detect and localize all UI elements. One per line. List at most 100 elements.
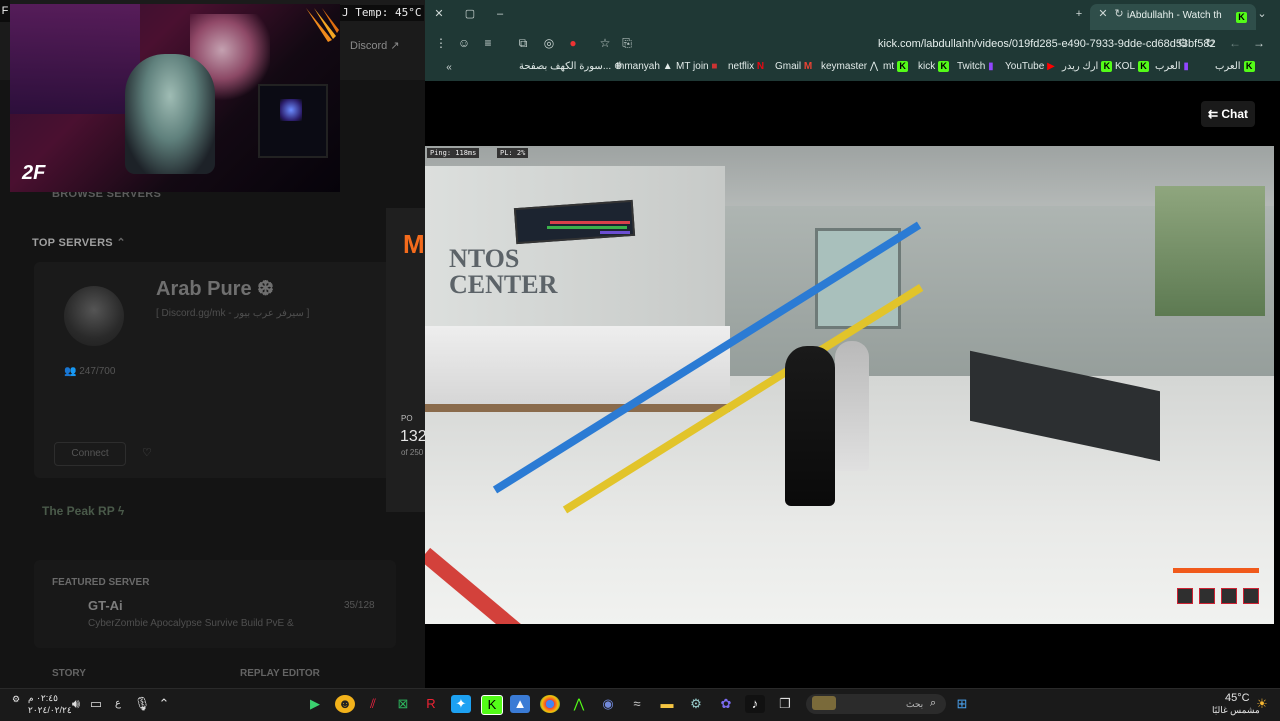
weather-sun-icon[interactable]: ☀ <box>1252 695 1272 713</box>
excel-icon[interactable]: ⊠ <box>393 695 413 713</box>
top-servers-label: TOP SERVERS <box>32 237 113 249</box>
menu-dots-icon[interactable]: ⋮ <box>433 35 449 51</box>
bookmark-arab-1[interactable]: العرب ▮ <box>1155 61 1189 72</box>
popup-of-total: of 250 <box>401 448 424 457</box>
connect-button[interactable]: Connect <box>54 442 126 466</box>
twitter-icon[interactable]: ✦ <box>451 695 471 713</box>
video-window <box>1155 186 1265 316</box>
discord-link[interactable]: Discord ↗ <box>350 39 400 52</box>
bookmark-label: kick <box>918 61 936 73</box>
forward-icon[interactable]: ← <box>1227 35 1243 51</box>
bookmark-label: netflix <box>728 61 755 72</box>
bookmark-youtube[interactable]: YouTube ▶ <box>1005 61 1055 72</box>
server-subtitle: [ Discord.gg/mk - سيرفر عرب بيور ] <box>156 308 310 319</box>
bookmark-star-icon[interactable]: ☆ <box>597 35 613 51</box>
network-icon[interactable]: ▭ <box>86 695 106 713</box>
bookmark-netflix[interactable]: netflix N <box>728 61 764 72</box>
chat-button-label: Chat <box>1221 107 1249 121</box>
chat-toggle-button[interactable]: ⇇ Chat <box>1201 101 1255 127</box>
maximize-window-icon[interactable]: ▢ <box>462 6 478 22</box>
volume-icon[interactable]: 🔊︎ <box>66 695 86 713</box>
discord-icon[interactable]: ◉ <box>598 695 618 713</box>
new-tab-icon[interactable]: + <box>1071 6 1087 22</box>
bookmark-ark-raider[interactable]: ارك ريدر K <box>1062 61 1113 72</box>
url-field[interactable]: kick.com/labdullahh/videos/019fd285-e490… <box>878 38 1216 50</box>
windows-start-icon[interactable]: ⊞ <box>952 695 972 713</box>
bookmark-kol[interactable]: KOL K <box>1115 61 1150 73</box>
reading-list-icon[interactable]: ≡ <box>480 35 496 51</box>
webcam-chair <box>125 54 215 174</box>
kick-icon: K <box>1243 61 1255 72</box>
tab-title: iAbdullahh - Watch the VOD <box>1127 10 1222 21</box>
settings-gear-icon[interactable]: ⚙ <box>12 694 20 705</box>
player-count-value: 247/700 <box>79 366 116 377</box>
story-button[interactable]: STORY <box>52 668 86 679</box>
steam-icon[interactable]: ⚙ <box>686 695 706 713</box>
rockstar-icon[interactable]: R <box>421 695 441 713</box>
app-stripes-icon[interactable]: ⫽ <box>363 695 383 713</box>
bookmark-gmail[interactable]: Gmail M <box>775 61 812 72</box>
external-link-icon: ↗ <box>390 40 400 52</box>
streamer-logo: 2F <box>22 162 46 184</box>
peak-server-title[interactable]: The Peak RP ϟ <box>42 504 124 518</box>
taskbar-time[interactable]: ٠٢:٤٥ م <box>28 693 58 704</box>
more-bookmarks-icon[interactable]: « <box>441 60 457 76</box>
tray-chevron-icon[interactable]: ⌃ <box>154 695 174 713</box>
reload-icon[interactable]: ↻ <box>1202 35 1218 51</box>
favorite-heart-icon[interactable]: ♡ <box>142 446 152 459</box>
bookmark-surah[interactable]: سورة الكهف بصفحة... ⊕ <box>519 61 622 72</box>
kick-favicon-icon: K <box>1233 9 1247 27</box>
record-icon[interactable]: ● <box>565 35 581 51</box>
bookmark-label: KOL <box>1115 61 1136 73</box>
close-window-icon[interactable]: ✕ <box>431 6 447 22</box>
back-icon[interactable]: → <box>1251 35 1267 51</box>
weather-temp[interactable]: 45°C <box>1225 692 1250 704</box>
app-wave-icon[interactable]: ≈ <box>627 695 647 713</box>
extensions-icon[interactable]: ⧉ <box>515 35 531 51</box>
media-player-icon[interactable]: ▶ <box>305 695 325 713</box>
bookmark-kick[interactable]: kick K <box>918 61 950 73</box>
bookmark-label: YouTube <box>1005 61 1045 72</box>
search-placeholder: بحث <box>906 699 924 709</box>
photos-icon[interactable]: ▲ <box>510 695 530 713</box>
language-indicator[interactable]: ع <box>108 695 128 713</box>
file-explorer-icon[interactable]: ▬ <box>657 695 677 713</box>
video-hud-slot <box>1177 588 1193 604</box>
app-arrow-icon[interactable]: ⋀ <box>569 695 589 713</box>
webcam-wall <box>10 4 140 114</box>
video-player[interactable]: NTOS CENTER Ping: 118ms PL: 2% <box>425 146 1274 624</box>
chevron-up-icon[interactable]: ⌃ <box>116 237 126 249</box>
bookmark-mt-join[interactable]: MT join ■ <box>676 61 717 72</box>
tab-list-chevron-icon[interactable]: ⌄ <box>1254 6 1270 22</box>
video-health-bar <box>1173 568 1259 573</box>
install-app-icon[interactable]: ⎘ <box>619 35 635 51</box>
task-view-icon[interactable]: ❐ <box>775 695 795 713</box>
video-packet-loss-readout: PL: 2% <box>497 148 529 158</box>
bookmark-thmanyah[interactable]: thmanyah ▲ <box>616 61 673 72</box>
kick-app-icon[interactable]: K <box>481 695 503 715</box>
bookmark-label: Twitch <box>957 61 986 72</box>
site-settings-icon[interactable]: ⚙ <box>1175 35 1191 51</box>
thmanyah-icon: ▲ <box>662 61 673 72</box>
app-colorful-icon[interactable]: ✿ <box>716 695 736 713</box>
video-hud-slot <box>1243 588 1259 604</box>
tiktok-icon[interactable]: ♪ <box>745 695 765 713</box>
bookmark-twitch[interactable]: Twitch ▮ <box>957 61 994 72</box>
bookmark-arab-2[interactable]: العرب K <box>1215 61 1255 72</box>
profile-avatar-icon[interactable]: ☺ <box>456 35 472 51</box>
search-highlight-image <box>812 696 836 710</box>
incognito-icon[interactable]: ◎ <box>541 35 557 51</box>
tab-close-icon[interactable]: ✕ <box>1095 6 1111 22</box>
featured-server-name: GT-Ai <box>88 598 123 613</box>
replay-editor-button[interactable]: REPLAY EDITOR <box>240 668 320 679</box>
chrome-icon[interactable] <box>540 695 560 713</box>
app-yellow-icon[interactable]: ☻ <box>335 695 355 713</box>
bookmark-mt[interactable]: mt K <box>883 61 909 72</box>
microphone-icon[interactable]: 🎙︎ <box>132 695 152 713</box>
bookmark-keymaster[interactable]: keymaster ⋀ <box>821 61 878 72</box>
featured-server-heading: FEATURED SERVER <box>52 577 150 588</box>
youtube-icon: ▶ <box>1047 61 1055 72</box>
bookmark-label: keymaster <box>821 61 868 72</box>
kick-icon: K <box>897 61 909 72</box>
minimize-window-icon[interactable]: – <box>492 6 508 22</box>
